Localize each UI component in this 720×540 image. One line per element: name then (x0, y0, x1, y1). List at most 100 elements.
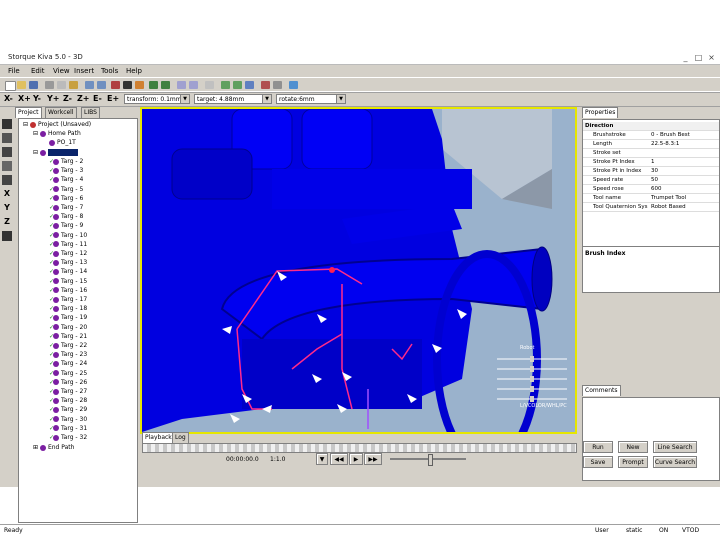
3d-viewport[interactable]: L/VCOLOR/WHL/PC Robot (140, 107, 577, 434)
menu-insert[interactable]: Insert (74, 67, 94, 75)
save-icon[interactable] (29, 81, 38, 89)
property-row[interactable]: Tool Quaternion Sys Robot Based (583, 203, 719, 212)
rotate-tool-icon[interactable] (2, 147, 12, 157)
x-plus-button[interactable]: X+ (18, 94, 31, 103)
tree-target-item[interactable]: ✓ Targ - 16 (49, 287, 87, 295)
frame-icon[interactable] (245, 81, 254, 89)
property-row[interactable]: Tool name Trumpet Tool (583, 194, 719, 203)
tree-target-item[interactable]: ✓ Targ - 25 (49, 370, 87, 378)
curve-search-button[interactable]: Curve Search (653, 456, 697, 468)
tree-end-path[interactable]: ⊞ End Path (33, 444, 74, 452)
property-value[interactable]: 600 (651, 185, 662, 193)
project-tree[interactable]: ⊟ Project (Unsaved) ⊟ Home Path PO_1T ⊟ … (18, 118, 138, 523)
y-axis-button[interactable]: Y (2, 203, 12, 213)
tree-target-item[interactable]: ✓ Targ - 19 (49, 314, 87, 322)
timeline-track[interactable] (142, 443, 577, 453)
tree-root[interactable]: ⊟ Project (Unsaved) (23, 121, 91, 129)
property-value[interactable]: 1 (651, 158, 655, 166)
path-icon[interactable] (221, 81, 230, 89)
x-axis-button[interactable]: X (2, 189, 12, 199)
tree-target-item[interactable]: ✓ Targ - 2 (49, 158, 83, 166)
menu-edit[interactable]: Edit (31, 67, 45, 75)
tree-target-item[interactable]: ✓ Targ - 12 (49, 250, 87, 258)
tree-target-item[interactable]: ✓ Targ - 17 (49, 296, 87, 304)
property-value[interactable]: Robot Based (651, 203, 686, 211)
rewind-button[interactable]: ◀◀ (330, 453, 348, 465)
tab-log[interactable]: Log (172, 432, 189, 443)
tree-target-item[interactable]: ✓ Targ - 4 (49, 176, 83, 184)
tree-target-item[interactable]: ✓ Targ - 20 (49, 324, 87, 332)
e-minus-button[interactable]: E- (93, 94, 102, 103)
copy-icon[interactable] (57, 81, 66, 89)
tree-target-item[interactable]: ✓ Targ - 27 (49, 388, 87, 396)
move-tool-icon[interactable] (2, 133, 12, 143)
property-row[interactable]: Speed rate 50 (583, 176, 719, 185)
tree-target-item[interactable]: ✓ Targ - 22 (49, 342, 87, 350)
tab-workcell[interactable]: Workcell (45, 107, 77, 118)
tree-target-item[interactable]: ✓ Targ - 13 (49, 259, 87, 267)
z-plus-button[interactable]: Z+ (77, 94, 90, 103)
menu-view[interactable]: View (53, 67, 70, 75)
chevron-down-icon[interactable]: ▼ (180, 95, 189, 103)
filter-icon[interactable]: ▼ (316, 453, 328, 465)
paint-icon[interactable] (135, 81, 144, 89)
tree-target-item[interactable]: ✓ Targ - 10 (49, 232, 87, 240)
tree-target-item[interactable]: ✓ Targ - 31 (49, 425, 87, 433)
target-icon[interactable] (233, 81, 242, 89)
tree-target-item[interactable]: ✓ Targ - 3 (49, 167, 83, 175)
tab-playback[interactable]: Playback (142, 432, 175, 443)
menu-file[interactable]: File (8, 67, 20, 75)
property-row[interactable]: Length 22.5-8.3:1 (583, 140, 719, 149)
tree-target-item[interactable]: ✓ Targ - 8 (49, 213, 83, 221)
chevron-down-icon[interactable]: ▼ (262, 95, 271, 103)
tree-selected-path[interactable]: ⊟ (33, 149, 78, 157)
property-value[interactable]: 0 - Brush Best (651, 131, 690, 139)
scale-tool-icon[interactable] (2, 161, 12, 171)
tree-target-item[interactable]: ✓ Targ - 26 (49, 379, 87, 387)
tree-target-item[interactable]: ✓ Targ - 7 (49, 204, 83, 212)
minimize-button[interactable]: _ (680, 53, 691, 62)
property-row[interactable]: Stroke set (583, 149, 719, 158)
transform-combo[interactable]: transform: 0.1mm ▼ (124, 94, 190, 104)
save-button[interactable]: Save (583, 456, 613, 468)
rotate-combo[interactable]: rotate:6mm ▼ (276, 94, 346, 104)
grid-icon[interactable] (205, 81, 214, 89)
tree-target-item[interactable]: ✓ Targ - 30 (49, 416, 87, 424)
new-button[interactable]: New (618, 441, 648, 453)
tab-comments[interactable]: Comments (582, 385, 621, 396)
redo-icon[interactable] (97, 81, 106, 89)
maximize-button[interactable]: □ (693, 53, 704, 62)
property-row[interactable]: Stroke Pt in Index 30 (583, 167, 719, 176)
tree-target-item[interactable]: ✓ Targ - 24 (49, 360, 87, 368)
chevron-down-icon[interactable]: ▼ (336, 95, 345, 103)
tree-target-item[interactable]: ✓ Targ - 14 (49, 268, 87, 276)
line-search-button[interactable]: Line Search (653, 441, 697, 453)
tab-project[interactable]: Project (15, 107, 42, 118)
delete-icon[interactable] (261, 81, 270, 89)
close-button[interactable]: × (706, 53, 717, 62)
undo-icon[interactable] (85, 81, 94, 89)
property-value[interactable]: 50 (651, 176, 658, 184)
tab-libs[interactable]: LIBS (81, 107, 100, 118)
tree-target-item[interactable]: ✓ Targ - 11 (49, 241, 87, 249)
target-combo[interactable]: target: 4.88mm ▼ (194, 94, 272, 104)
open-icon[interactable] (17, 81, 26, 89)
x-minus-button[interactable]: X- (4, 94, 13, 103)
speed-slider-thumb[interactable] (428, 454, 433, 466)
new-icon[interactable] (5, 81, 16, 91)
select-tool-icon[interactable] (2, 119, 12, 129)
properties-grid[interactable]: Direction Brushstroke 0 - Brush Best Lengt… (582, 119, 720, 293)
zoom-icon[interactable] (149, 81, 158, 89)
property-row[interactable]: Speed rose 600 (583, 185, 719, 194)
tree-target-item[interactable]: ✓ Targ - 6 (49, 195, 83, 203)
fast-forward-button[interactable]: ▶▶ (364, 453, 382, 465)
property-value[interactable]: Trumpet Tool (651, 194, 686, 202)
tree-target-item[interactable]: ✓ Targ - 9 (49, 222, 83, 230)
property-section[interactable]: Direction (583, 122, 719, 131)
tree-home-child[interactable]: PO_1T (49, 139, 76, 147)
tree-target-item[interactable]: ✓ Targ - 21 (49, 333, 87, 341)
help-icon[interactable] (289, 81, 298, 89)
run-button[interactable]: Run (583, 441, 613, 453)
cut-icon[interactable] (45, 81, 54, 89)
rotate-icon[interactable] (177, 81, 186, 89)
